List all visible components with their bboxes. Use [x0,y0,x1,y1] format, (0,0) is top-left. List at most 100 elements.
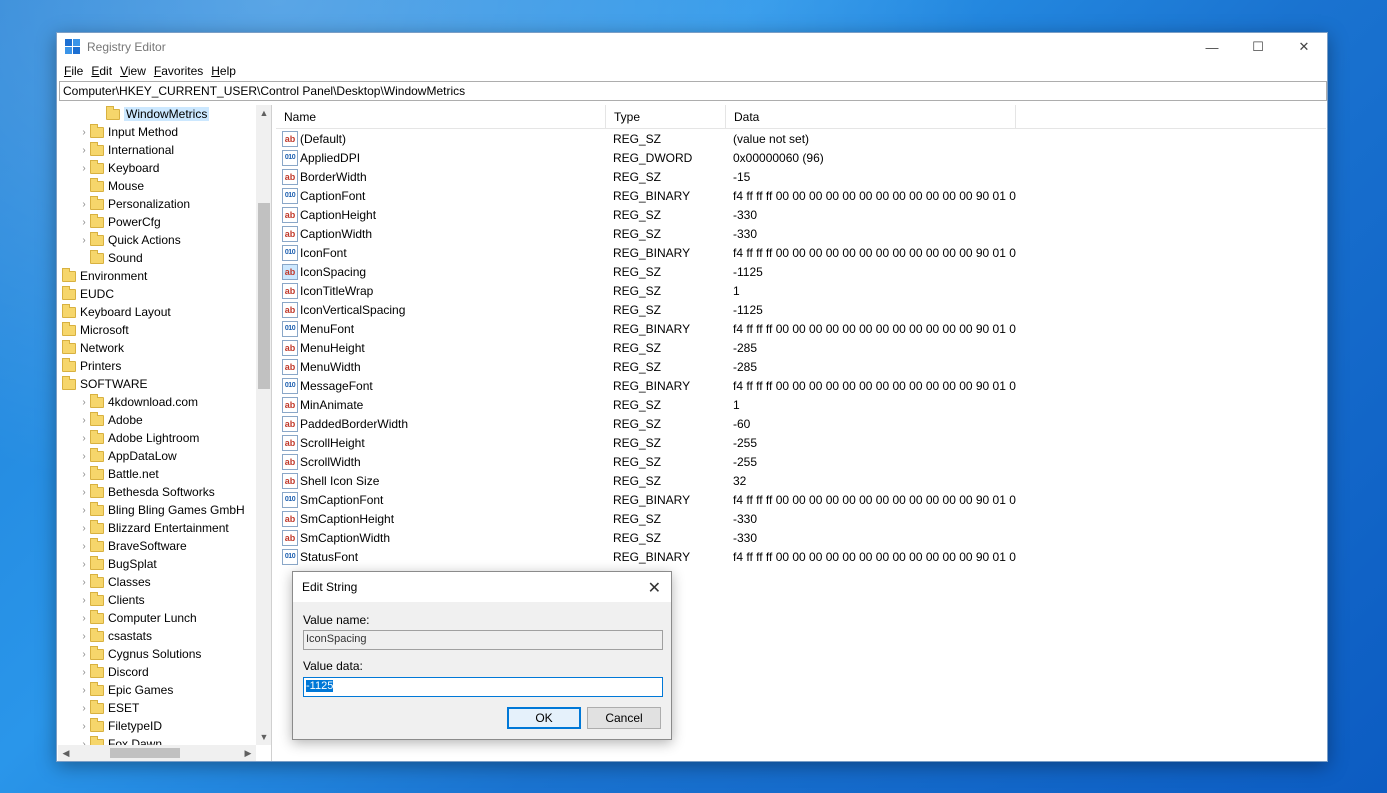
tree-item[interactable]: › BraveSoftware [58,537,256,555]
expand-chevron-icon[interactable]: › [78,469,90,480]
value-row[interactable]: ab IconSpacing REG_SZ -1125 [276,262,1326,281]
tree-scroll-thumb[interactable] [258,203,270,389]
expand-chevron-icon[interactable]: › [78,541,90,552]
tree-item[interactable]: › Fox Dawn [58,735,256,745]
expand-chevron-icon[interactable]: › [78,703,90,714]
value-row[interactable]: ab ScrollWidth REG_SZ -255 [276,452,1326,471]
value-row[interactable]: ab CaptionHeight REG_SZ -330 [276,205,1326,224]
tree-item[interactable]: › Discord [58,663,256,681]
tree-item[interactable]: › Adobe [58,411,256,429]
value-row[interactable]: ab (Default) REG_SZ (value not set) [276,129,1326,148]
value-row[interactable]: ab PaddedBorderWidth REG_SZ -60 [276,414,1326,433]
value-row[interactable]: ab BorderWidth REG_SZ -15 [276,167,1326,186]
menu-favorites[interactable]: Favorites [150,64,207,78]
expand-chevron-icon[interactable]: › [78,631,90,642]
tree-item[interactable]: SOFTWARE [58,375,256,393]
menu-view[interactable]: View [116,64,150,78]
address-bar[interactable]: Computer\HKEY_CURRENT_USER\Control Panel… [59,81,1327,101]
expand-chevron-icon[interactable]: › [78,487,90,498]
value-row[interactable]: ab Shell Icon Size REG_SZ 32 [276,471,1326,490]
expand-chevron-icon[interactable]: › [78,199,90,210]
expand-chevron-icon[interactable]: › [78,595,90,606]
tree-item[interactable]: Printers [58,357,256,375]
value-row[interactable]: 010 AppliedDPI REG_DWORD 0x00000060 (96) [276,148,1326,167]
expand-chevron-icon[interactable]: › [78,451,90,462]
tree-item[interactable]: › Classes [58,573,256,591]
value-row[interactable]: 010 SmCaptionFont REG_BINARY f4 ff ff ff 00… [276,490,1326,509]
expand-chevron-icon[interactable]: › [78,163,90,174]
tree-item[interactable]: › Clients [58,591,256,609]
tree-item[interactable]: › FiletypeID [58,717,256,735]
expand-chevron-icon[interactable]: › [78,523,90,534]
expand-chevron-icon[interactable]: › [78,685,90,696]
expand-chevron-icon[interactable]: › [78,433,90,444]
tree-item[interactable]: › AppDataLow [58,447,256,465]
expand-chevron-icon[interactable]: › [78,559,90,570]
value-row[interactable]: 010 MessageFont REG_BINARY f4 ff ff ff 00 0… [276,376,1326,395]
tree-item[interactable]: › Blizzard Entertainment [58,519,256,537]
expand-chevron-icon[interactable]: › [78,577,90,588]
tree-item[interactable]: EUDC [58,285,256,303]
scroll-left-arrow-icon[interactable]: ◀ [58,745,74,761]
menu-help[interactable]: Help [207,64,240,78]
expand-chevron-icon[interactable]: › [78,649,90,660]
tree-item[interactable]: › PowerCfg [58,213,256,231]
column-header-type[interactable]: Type [606,105,726,129]
tree-item[interactable]: › csastats [58,627,256,645]
column-header-name[interactable]: Name [276,105,606,129]
menu-edit[interactable]: Edit [87,64,116,78]
tree-item[interactable]: › Input Method [58,123,256,141]
value-row[interactable]: ab IconVerticalSpacing REG_SZ -1125 [276,300,1326,319]
tree-vertical-scrollbar[interactable]: ▲ ▼ [256,105,271,745]
value-row[interactable]: ab SmCaptionWidth REG_SZ -330 [276,528,1326,547]
value-row[interactable]: ab MinAnimate REG_SZ 1 [276,395,1326,414]
expand-chevron-icon[interactable]: › [78,217,90,228]
expand-chevron-icon[interactable]: › [78,397,90,408]
expand-chevron-icon[interactable]: › [78,127,90,138]
minimize-button[interactable]: — [1189,33,1235,61]
scroll-down-arrow-icon[interactable]: ▼ [256,729,271,745]
value-data-input[interactable]: -1125 [303,677,663,697]
scroll-up-arrow-icon[interactable]: ▲ [256,105,271,121]
expand-chevron-icon[interactable]: › [78,415,90,426]
maximize-button[interactable]: ☐ [1235,33,1281,61]
tree-item[interactable]: Network [58,339,256,357]
value-row[interactable]: ab MenuHeight REG_SZ -285 [276,338,1326,357]
tree-item[interactable]: Mouse [58,177,256,195]
value-row[interactable]: ab MenuWidth REG_SZ -285 [276,357,1326,376]
tree-item[interactable]: › Epic Games [58,681,256,699]
expand-chevron-icon[interactable]: › [78,667,90,678]
tree-item[interactable]: › Adobe Lightroom [58,429,256,447]
tree-item[interactable]: › Computer Lunch [58,609,256,627]
tree-item[interactable]: Sound [58,249,256,267]
tree-item[interactable]: › Battle.net [58,465,256,483]
tree-item[interactable]: Microsoft [58,321,256,339]
close-button[interactable]: ✕ [1281,33,1327,61]
tree-item[interactable]: WindowMetrics [58,105,256,123]
tree-item[interactable]: › Bling Bling Games GmbH [58,501,256,519]
dialog-close-icon[interactable]: ✕ [648,578,661,598]
cancel-button[interactable]: Cancel [587,707,661,729]
tree-item[interactable]: › 4kdownload.com [58,393,256,411]
value-row[interactable]: 010 IconFont REG_BINARY f4 ff ff ff 00 00 0… [276,243,1326,262]
value-row[interactable]: 010 StatusFont REG_BINARY f4 ff ff ff 00 00… [276,547,1326,566]
tree-item[interactable]: › Personalization [58,195,256,213]
tree-item[interactable]: › Cygnus Solutions [58,645,256,663]
expand-chevron-icon[interactable]: › [78,505,90,516]
ok-button[interactable]: OK [507,707,581,729]
tree-item[interactable]: › ESET [58,699,256,717]
tree-item[interactable]: › BugSplat [58,555,256,573]
tree-item[interactable]: › Quick Actions [58,231,256,249]
title-bar[interactable]: Registry Editor — ☐ ✕ [57,33,1327,61]
expand-chevron-icon[interactable]: › [78,613,90,624]
tree-horizontal-scrollbar[interactable]: ◀ ▶ [58,745,256,761]
tree-hscroll-thumb[interactable] [110,748,180,758]
dialog-title-bar[interactable]: Edit String ✕ [293,572,671,602]
tree-item[interactable]: Environment [58,267,256,285]
tree-item[interactable]: › Bethesda Softworks [58,483,256,501]
tree-item[interactable]: › International [58,141,256,159]
tree-item[interactable]: Keyboard Layout [58,303,256,321]
expand-chevron-icon[interactable]: › [78,235,90,246]
value-row[interactable]: 010 MenuFont REG_BINARY f4 ff ff ff 00 00 0… [276,319,1326,338]
value-row[interactable]: 010 CaptionFont REG_BINARY f4 ff ff ff 00 0… [276,186,1326,205]
